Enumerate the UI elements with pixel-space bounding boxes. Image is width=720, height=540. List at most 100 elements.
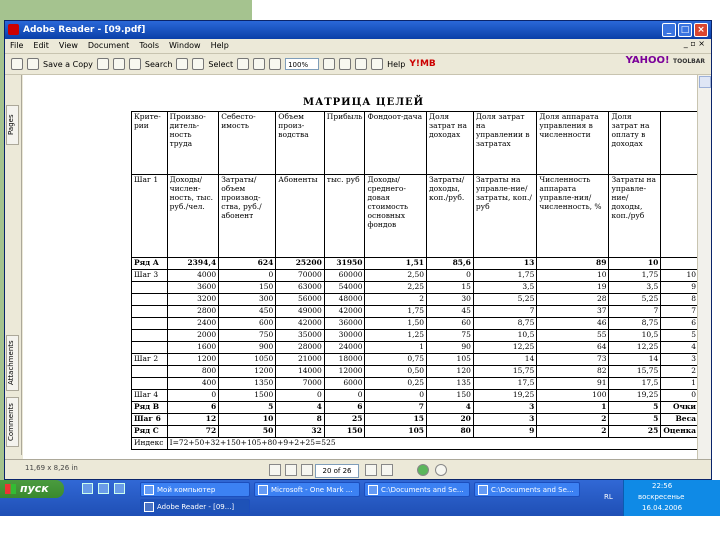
table-cell: 50	[218, 425, 277, 438]
page-layout-icon[interactable]	[339, 58, 352, 70]
table-cell: 120	[426, 365, 474, 378]
table-cell: 9	[472, 425, 538, 438]
table-cell: 82	[536, 365, 610, 378]
table-row: Ряд С 72 50 32 150 105 80 9 2 25 Оценка	[131, 425, 699, 438]
row-label	[131, 293, 168, 306]
table-cell: 7	[472, 305, 538, 318]
table-cell: 6	[323, 401, 366, 414]
fit-width-icon[interactable]	[355, 58, 368, 70]
row-label	[131, 305, 168, 318]
task-explorer-1[interactable]: C:\Documents and Se...	[364, 482, 470, 497]
menu-window[interactable]: Window	[164, 41, 206, 50]
table-cell: 900	[218, 341, 277, 354]
binoculars-icon[interactable]	[128, 58, 141, 70]
table-body: Ряд А 2394,4 624 25200 31950 1,51 85,6 13 89 10 Ша…	[131, 257, 699, 438]
search-button[interactable]: Search	[145, 60, 172, 69]
table-cell: 1	[536, 401, 610, 414]
table-cell: 17,5	[608, 377, 662, 390]
table-cell: 15,75	[608, 365, 662, 378]
row-label	[131, 377, 168, 390]
tab-attachments[interactable]: Attachments	[6, 335, 19, 391]
menu-view[interactable]: View	[54, 41, 83, 50]
menu-edit[interactable]: Edit	[28, 41, 54, 50]
open-icon[interactable]	[11, 58, 23, 70]
back-icon[interactable]	[417, 464, 429, 476]
table-cell: 35000	[275, 329, 325, 342]
step1-cell: Численность аппарата управле-ния/численн…	[536, 174, 610, 258]
table-cell: 1,51	[364, 257, 428, 270]
tray-time[interactable]: 22:56	[652, 482, 672, 490]
table-cell: 48000	[323, 293, 366, 306]
first-page-icon[interactable]	[269, 464, 281, 476]
table-cell: 12,25	[472, 341, 538, 354]
forward-icon[interactable]	[435, 464, 447, 476]
tab-pages[interactable]: Pages	[6, 105, 19, 145]
task-my-computer[interactable]: Мой компьютер	[140, 482, 250, 497]
task-adobe-reader[interactable]: Adobe Reader - [09...]	[140, 499, 250, 514]
start-button[interactable]: пуск	[0, 480, 64, 498]
table-cell: Оценка	[660, 425, 699, 438]
table-cell: 1050	[218, 353, 277, 366]
save-icon[interactable]	[27, 58, 39, 70]
minimize-button[interactable]: _	[662, 23, 676, 37]
table-cell: 135	[426, 377, 474, 390]
index-row: Индекс I=72+50+32+150+105+80+9+2+25=525	[131, 437, 700, 450]
table-cell: 3600	[166, 281, 220, 294]
scroll-up-icon[interactable]	[699, 76, 711, 88]
menu-help[interactable]: Help	[206, 41, 234, 50]
help-icon[interactable]	[371, 58, 384, 70]
table-cell: 63000	[275, 281, 325, 294]
adobe-app-icon	[8, 24, 19, 35]
table-cell: 2	[536, 413, 610, 426]
page-spin-icon[interactable]	[301, 464, 313, 476]
quicklaunch-ie-icon[interactable]	[82, 483, 93, 494]
yahoo-ymb-button[interactable]: Y!MB	[409, 59, 435, 69]
close-button[interactable]: ×	[694, 23, 708, 37]
menu-document[interactable]: Document	[83, 41, 134, 50]
table-cell: 31950	[323, 257, 366, 270]
quicklaunch-media-icon[interactable]	[114, 483, 125, 494]
yahoo-toolbar-logo[interactable]: YAHOO! TOOLBAR	[626, 55, 705, 66]
vertical-scrollbar[interactable]	[697, 75, 711, 459]
snapshot-icon[interactable]	[237, 58, 250, 70]
tab-comments[interactable]: Comments	[6, 397, 19, 447]
zoom-field[interactable]: 100%	[285, 58, 320, 70]
document-window-controls[interactable]: _ ▫ ×	[684, 39, 705, 48]
goal-matrix-table: Крите-рии Произво-дитель-ность труда Себ…	[131, 111, 700, 450]
maximize-button[interactable]: □	[678, 23, 692, 37]
email-icon[interactable]	[112, 58, 125, 70]
task-powerpoint[interactable]: Microsoft - One Mark ...	[254, 482, 360, 497]
windows-flag-icon	[5, 484, 16, 494]
table-cell: 0	[660, 389, 699, 402]
save-copy-button[interactable]: Save a Copy	[43, 60, 93, 69]
table-cell: 5	[608, 401, 662, 414]
menu-file[interactable]: File	[5, 41, 28, 50]
table-row: 2800 450 49000 42000 1,75 45 7 37 7 7	[131, 305, 699, 318]
table-cell: 2,25	[364, 281, 428, 294]
zoom-in-icon[interactable]	[253, 58, 266, 70]
navigation-panel: Pages Attachments Comments	[5, 75, 22, 455]
hand-tool-icon[interactable]	[176, 58, 189, 70]
table-row: Ряд В 6 5 4 6 7 4 3 1 5 Очки	[131, 401, 699, 414]
row-label: Шаг 6	[131, 413, 168, 426]
menu-tools[interactable]: Tools	[134, 41, 164, 50]
table-cell: 10	[536, 269, 610, 282]
table-cell: 14	[608, 353, 662, 366]
table-cell: 28000	[275, 341, 325, 354]
next-page-icon[interactable]	[365, 464, 377, 476]
quicklaunch-desktop-icon[interactable]	[98, 483, 109, 494]
table-cell: 1	[364, 341, 428, 354]
table-cell: 21000	[275, 353, 325, 366]
print-icon[interactable]	[96, 58, 109, 70]
header-cell: Крите-рии	[131, 111, 168, 175]
page-number-field[interactable]: 20 of 26	[315, 464, 359, 478]
last-page-icon[interactable]	[381, 464, 393, 476]
select-button[interactable]: Select	[208, 60, 233, 69]
task-explorer-2[interactable]: C:\Documents and Se...	[474, 482, 580, 497]
prev-page-icon[interactable]	[285, 464, 297, 476]
help-button[interactable]: Help	[387, 60, 405, 69]
language-indicator[interactable]: RL	[604, 493, 613, 501]
zoom-out-icon[interactable]	[269, 58, 282, 70]
zoom-plus-icon[interactable]	[323, 58, 336, 70]
select-text-icon[interactable]	[192, 58, 205, 70]
